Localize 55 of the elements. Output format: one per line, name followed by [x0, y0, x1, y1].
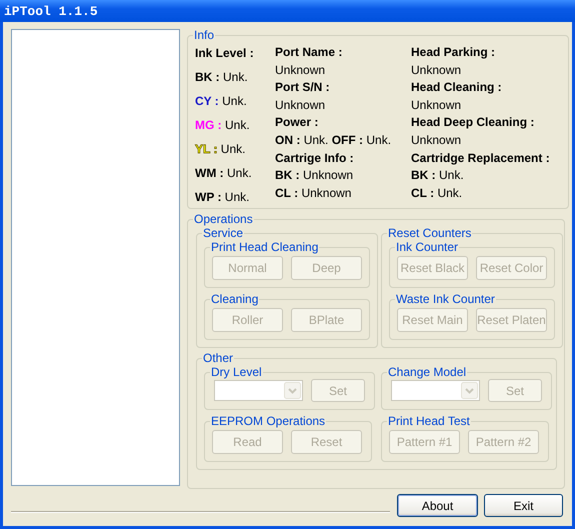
ink-name: WM :	[195, 166, 224, 180]
group-title: Waste Ink Counter	[395, 292, 496, 306]
about-button[interactable]: About	[397, 494, 478, 517]
field-key: BK :	[411, 168, 436, 182]
field-key: CL :	[411, 186, 434, 200]
field-label: Head Deep Cleaning :	[411, 114, 536, 132]
field-key: ON :	[275, 132, 300, 147]
ink-value: Unk.	[223, 70, 248, 84]
field-value: Unknown	[411, 62, 462, 77]
ink-name: BK :	[195, 70, 220, 84]
field-value: Unk.	[437, 186, 462, 200]
ink-level-label: Ink Level :	[195, 45, 255, 62]
ink-value: Unk.	[224, 190, 250, 204]
ink-value: Unk.	[220, 142, 246, 156]
group-title: Cleaning	[210, 292, 260, 306]
field-label: Cartrige Info :	[275, 150, 355, 167]
ink-name: YL :	[195, 142, 218, 156]
group-title: Service	[202, 226, 244, 240]
group-title: Info	[193, 28, 216, 42]
group-title: Dry Level	[210, 365, 263, 379]
field-label: Head Parking :	[411, 44, 496, 61]
window-title: iPTool 1.1.5	[4, 4, 98, 18]
log-list[interactable]	[11, 29, 180, 486]
group-title: Change Model	[387, 365, 468, 379]
field-label: Power :	[275, 114, 320, 132]
field-key: BK :	[275, 168, 300, 182]
group-title: Print Head Cleaning	[210, 240, 320, 254]
group-title: Reset Counters	[387, 226, 472, 240]
field-value: Unknown	[303, 168, 354, 182]
field-label: Cartridge Replacement :	[411, 150, 551, 167]
ink-name: MG :	[195, 118, 222, 132]
ink-value: Unk.	[222, 94, 247, 108]
field-key: OFF :	[332, 132, 364, 147]
ink-value: Unk.	[227, 166, 252, 180]
field-value: Unk.	[304, 132, 328, 147]
group-title: Ink Counter	[395, 240, 460, 254]
field-value: Unknown	[411, 98, 462, 112]
field-value: Unknown	[275, 98, 326, 112]
ink-name: WP :	[195, 190, 222, 204]
field-value: Unk.	[439, 168, 464, 182]
group-title: Other	[202, 351, 234, 365]
field-label: Port S/N :	[275, 79, 331, 96]
group-title: Print Head Test	[387, 414, 471, 428]
exit-button[interactable]: Exit	[484, 494, 563, 517]
group-title: EEPROM Operations	[210, 414, 326, 428]
field-value: Unknown	[301, 186, 352, 200]
field-value: Unknown	[411, 132, 462, 147]
field-value: Unknown	[275, 62, 326, 77]
ink-value: Unk.	[225, 118, 250, 132]
group-title: Operations	[193, 212, 254, 226]
field-label: Head Cleaning :	[411, 79, 503, 96]
ink-name: CY :	[195, 94, 219, 108]
field-value: Unk.	[366, 132, 392, 147]
field-label: Port Name :	[275, 44, 344, 61]
field-key: CL :	[275, 186, 298, 200]
